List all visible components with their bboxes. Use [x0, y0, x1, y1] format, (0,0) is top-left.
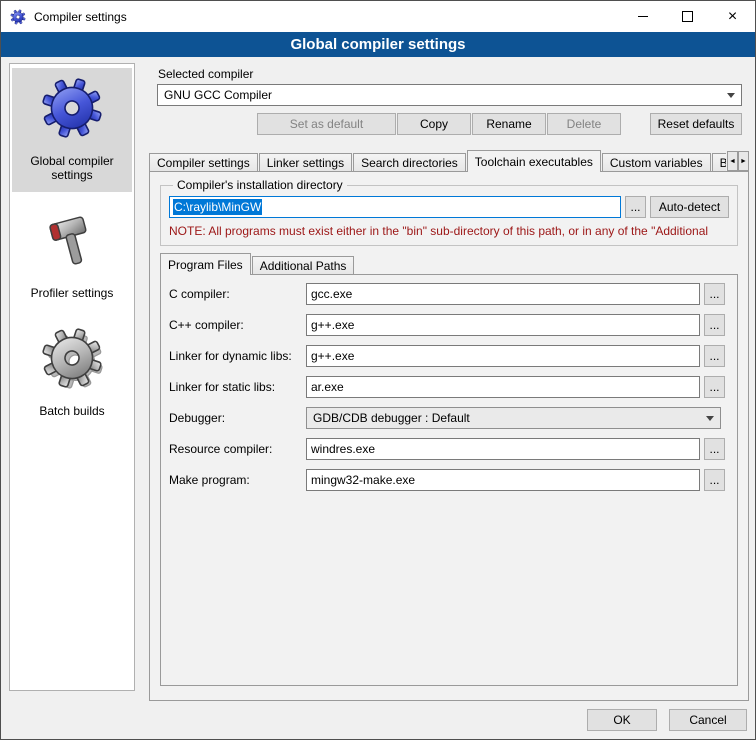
settings-category-list: Global compiler settings Profiler settin…	[9, 63, 135, 691]
reset-defaults-button[interactable]: Reset defaults	[650, 113, 742, 135]
app-gear-icon	[10, 9, 26, 25]
rename-button[interactable]: Rename	[472, 113, 546, 135]
resource-compiler-input[interactable]	[306, 438, 700, 460]
field-row-make-program: Make program: ...	[169, 469, 725, 491]
make-program-label: Make program:	[169, 473, 306, 487]
selected-compiler-value: GNU GCC Compiler	[164, 88, 272, 102]
window-title: Compiler settings	[34, 10, 127, 24]
tab-search-directories[interactable]: Search directories	[353, 153, 466, 172]
gray-gear-icon	[40, 326, 104, 390]
auto-detect-button[interactable]: Auto-detect	[650, 196, 729, 218]
chevron-down-icon	[727, 93, 735, 98]
program-files-panel: C compiler: ... C++ compiler: ... Linker…	[160, 274, 738, 686]
field-row-debugger: Debugger: GDB/CDB debugger : Default	[169, 407, 725, 429]
make-program-input[interactable]	[306, 469, 700, 491]
ok-button[interactable]: OK	[587, 709, 657, 731]
sidebar-item-label: Batch builds	[14, 404, 130, 418]
c-compiler-input[interactable]	[306, 283, 700, 305]
dialog-header: Global compiler settings	[1, 32, 755, 57]
note-text: NOTE: All programs must exist either in …	[169, 224, 729, 238]
cpp-compiler-label: C++ compiler:	[169, 318, 306, 332]
set-as-default-button[interactable]: Set as default	[257, 113, 396, 135]
installation-directory-row: C:\raylib\MinGW ... Auto-detect	[169, 196, 729, 218]
debugger-dropdown[interactable]: GDB/CDB debugger : Default	[306, 407, 721, 429]
program-tabs: Program Files Additional Paths	[160, 254, 748, 275]
browse-static-linker-button[interactable]: ...	[704, 376, 725, 398]
browse-cpp-compiler-button[interactable]: ...	[704, 314, 725, 336]
field-row-static-linker: Linker for static libs: ...	[169, 376, 725, 398]
field-row-resource-compiler: Resource compiler: ...	[169, 438, 725, 460]
tab-program-files[interactable]: Program Files	[160, 253, 251, 275]
minimize-icon	[638, 16, 648, 17]
tab-custom-variables[interactable]: Custom variables	[602, 153, 711, 172]
static-linker-label: Linker for static libs:	[169, 380, 306, 394]
minimize-button[interactable]	[620, 1, 665, 32]
sidebar-item-profiler-settings[interactable]: Profiler settings	[12, 200, 132, 310]
tab-build-options[interactable]: Buil	[712, 153, 726, 172]
installation-directory-label: Compiler's installation directory	[173, 178, 347, 192]
close-icon: ×	[728, 8, 737, 26]
field-row-c-compiler: C compiler: ...	[169, 283, 725, 305]
tab-scroll-left-button[interactable]: ◄	[727, 151, 738, 171]
dynamic-linker-input[interactable]	[306, 345, 700, 367]
installation-directory-value: C:\raylib\MinGW	[173, 199, 262, 215]
browse-c-compiler-button[interactable]: ...	[704, 283, 725, 305]
delete-button[interactable]: Delete	[547, 113, 621, 135]
browse-dynamic-linker-button[interactable]: ...	[704, 345, 725, 367]
tab-toolchain-executables[interactable]: Toolchain executables	[467, 150, 601, 172]
field-row-dynamic-linker: Linker for dynamic libs: ...	[169, 345, 725, 367]
selected-compiler-dropdown[interactable]: GNU GCC Compiler	[157, 84, 742, 106]
installation-directory-input[interactable]: C:\raylib\MinGW	[169, 196, 621, 218]
browse-resource-compiler-button[interactable]: ...	[704, 438, 725, 460]
c-compiler-label: C compiler:	[169, 287, 306, 301]
arrow-left-icon: ◄	[729, 158, 736, 165]
tab-linker-settings[interactable]: Linker settings	[259, 153, 352, 172]
dynamic-linker-label: Linker for dynamic libs:	[169, 349, 306, 363]
settings-tabs: Compiler settings Linker settings Search…	[149, 150, 726, 172]
window-controls: ×	[620, 1, 755, 32]
tab-scroll-right-button[interactable]: ►	[738, 151, 749, 171]
titlebar: Compiler settings ×	[1, 1, 755, 32]
copy-button[interactable]: Copy	[397, 113, 471, 135]
cancel-button[interactable]: Cancel	[669, 709, 747, 731]
hammer-icon	[40, 208, 104, 272]
blue-gear-icon	[40, 76, 104, 140]
cpp-compiler-input[interactable]	[306, 314, 700, 336]
debugger-value: GDB/CDB debugger : Default	[313, 411, 470, 425]
chevron-down-icon	[706, 416, 714, 421]
browse-make-program-button[interactable]: ...	[704, 469, 725, 491]
arrow-right-icon: ►	[740, 158, 747, 165]
sidebar-item-label: Global compiler settings	[14, 154, 130, 182]
toolchain-executables-panel: Compiler's installation directory C:\ray…	[149, 171, 749, 701]
installation-directory-group: Compiler's installation directory C:\ray…	[160, 178, 738, 246]
field-row-cpp-compiler: C++ compiler: ...	[169, 314, 725, 336]
tab-additional-paths[interactable]: Additional Paths	[252, 256, 355, 275]
browse-directory-button[interactable]: ...	[625, 196, 646, 218]
sidebar-item-label: Profiler settings	[14, 286, 130, 300]
resource-compiler-label: Resource compiler:	[169, 442, 306, 456]
debugger-label: Debugger:	[169, 411, 306, 425]
selected-compiler-label: Selected compiler	[158, 67, 253, 81]
sidebar-item-global-compiler-settings[interactable]: Global compiler settings	[12, 68, 132, 192]
tab-compiler-settings[interactable]: Compiler settings	[149, 153, 258, 172]
sidebar-item-batch-builds[interactable]: Batch builds	[12, 318, 132, 428]
static-linker-input[interactable]	[306, 376, 700, 398]
maximize-button[interactable]	[665, 1, 710, 32]
compiler-settings-window: Compiler settings × Global compiler sett…	[0, 0, 756, 740]
close-button[interactable]: ×	[710, 1, 755, 32]
maximize-icon	[682, 11, 693, 22]
